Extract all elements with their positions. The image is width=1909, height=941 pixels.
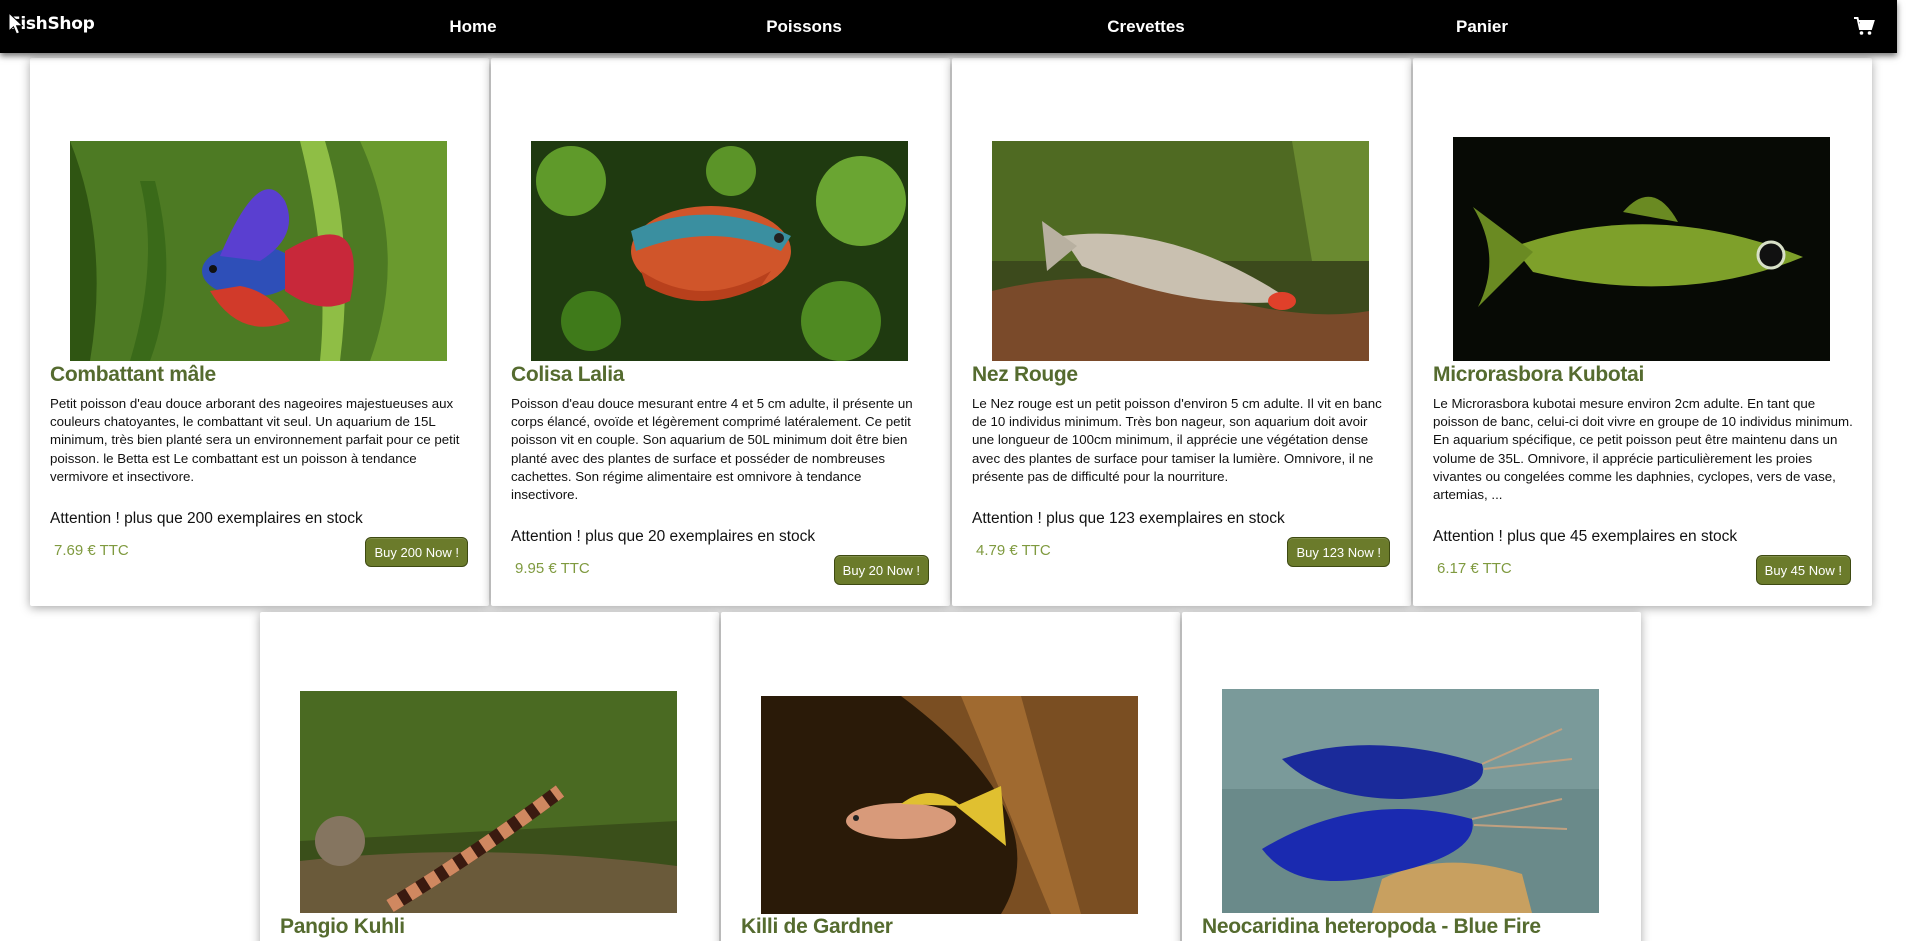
buy-button[interactable]: Buy 45 Now ! bbox=[1755, 555, 1851, 585]
product-image-blue-fire[interactable] bbox=[1222, 689, 1599, 913]
stock-warning: Attention ! plus que 20 exemplaires en s… bbox=[511, 528, 816, 545]
product-card: Microrasbora Kubotai Le Microrasbora kub… bbox=[1413, 58, 1872, 606]
buy-button[interactable]: Buy 123 Now ! bbox=[1287, 537, 1390, 567]
product-title[interactable]: Pangio Kuhli bbox=[280, 915, 405, 939]
product-image-colisa[interactable] bbox=[531, 141, 908, 361]
mouse-cursor-icon bbox=[8, 12, 24, 35]
product-price: 6.17 € TTC bbox=[1437, 560, 1512, 577]
product-card: Nez Rouge Le Nez rouge est un petit pois… bbox=[952, 58, 1411, 606]
nav-link-home[interactable]: Home bbox=[449, 17, 496, 37]
nav-link-crevettes[interactable]: Crevettes bbox=[1107, 17, 1185, 37]
product-image-killi[interactable] bbox=[761, 696, 1138, 914]
product-image-nez-rouge[interactable] bbox=[992, 141, 1369, 361]
stock-warning: Attention ! plus que 123 exemplaires en … bbox=[972, 510, 1285, 527]
product-card: Colisa Lalia Poisson d'eau douce mesuran… bbox=[491, 58, 950, 606]
buy-button[interactable]: Buy 200 Now ! bbox=[365, 537, 468, 567]
product-title[interactable]: Nez Rouge bbox=[972, 363, 1078, 387]
product-description: Poisson d'eau douce mesurant entre 4 et … bbox=[511, 396, 913, 503]
product-card: Pangio Kuhli bbox=[260, 612, 719, 941]
nav-link-panier[interactable]: Panier bbox=[1456, 17, 1508, 37]
product-image-betta[interactable] bbox=[70, 141, 447, 361]
stock-warning: Attention ! plus que 200 exemplaires en … bbox=[50, 510, 363, 527]
product-image-pangio[interactable] bbox=[300, 691, 677, 913]
product-title[interactable]: Microrasbora Kubotai bbox=[1433, 363, 1644, 387]
top-navbar: FishShop Home Poissons Crevettes Panier bbox=[0, 0, 1897, 53]
product-price: 7.69 € TTC bbox=[54, 542, 129, 559]
product-price: 9.95 € TTC bbox=[515, 560, 590, 577]
product-card: Killi de Gardner bbox=[721, 612, 1180, 941]
product-card: Combattant mâle Petit poisson d'eau douc… bbox=[30, 58, 489, 606]
product-title[interactable]: Killi de Gardner bbox=[741, 915, 893, 939]
stock-warning: Attention ! plus que 45 exemplaires en s… bbox=[1433, 528, 1738, 545]
product-title[interactable]: Combattant mâle bbox=[50, 363, 216, 387]
product-card: Neocaridina heteropoda - Blue Fire bbox=[1182, 612, 1641, 941]
product-price: 4.79 € TTC bbox=[976, 542, 1051, 559]
product-description: Le Microrasbora kubotai mesure environ 2… bbox=[1433, 396, 1853, 503]
product-description: Petit poisson d'eau douce arborant des n… bbox=[50, 396, 460, 484]
cart-icon[interactable] bbox=[1853, 16, 1875, 36]
product-title[interactable]: Colisa Lalia bbox=[511, 363, 624, 387]
buy-button[interactable]: Buy 20 Now ! bbox=[833, 555, 929, 585]
nav-link-poissons[interactable]: Poissons bbox=[766, 17, 842, 37]
product-title[interactable]: Neocaridina heteropoda - Blue Fire bbox=[1202, 915, 1541, 939]
product-image-microrasbora[interactable] bbox=[1453, 137, 1830, 361]
product-description: Le Nez rouge est un petit poisson d'envi… bbox=[972, 396, 1382, 484]
